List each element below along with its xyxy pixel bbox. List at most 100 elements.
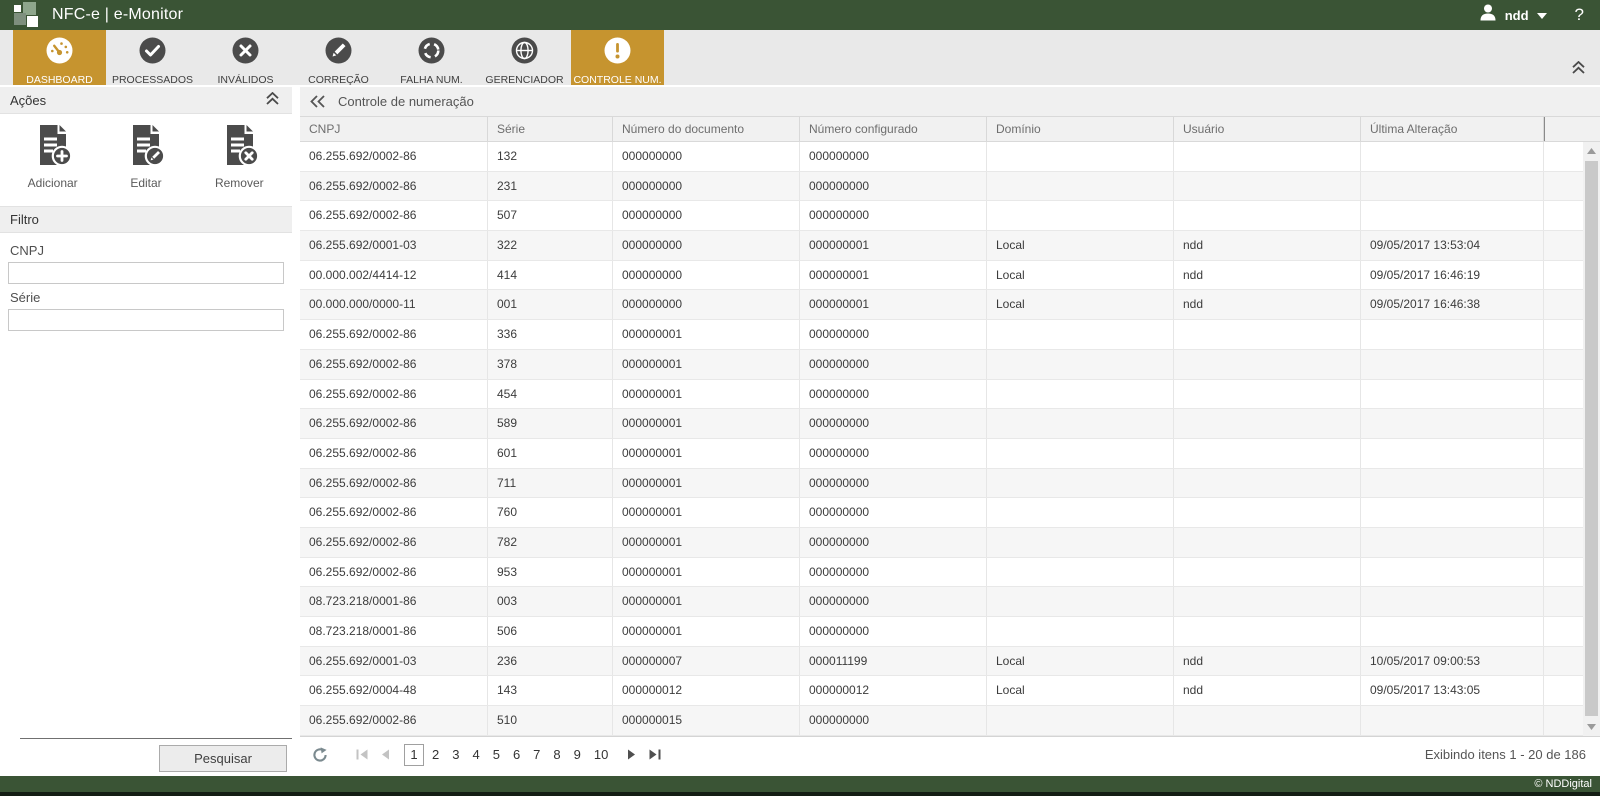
column-header-usuario[interactable]: Usuário xyxy=(1174,117,1361,141)
cell-serie: 953 xyxy=(488,558,613,587)
cell-ultima-alteracao xyxy=(1361,617,1544,646)
pager-prev-button[interactable] xyxy=(381,749,390,760)
table-row[interactable]: 06.255.692/0002-86782000000001000000000 xyxy=(300,528,1600,558)
cell-numero-do-documento: 000000001 xyxy=(613,498,800,527)
action-remover-button[interactable]: Remover xyxy=(193,124,286,190)
main-panel: Controle de numeração CNPJSérieNúmero do… xyxy=(300,87,1600,772)
cell-serie: 454 xyxy=(488,380,613,409)
refresh-button[interactable] xyxy=(312,747,328,763)
column-header-numero-configurado[interactable]: Número configurado xyxy=(800,117,987,141)
pager-next-button[interactable] xyxy=(627,749,636,760)
collapse-sidebar-button[interactable] xyxy=(310,95,326,108)
cell-ultima-alteracao: 09/05/2017 13:53:04 xyxy=(1361,231,1544,260)
copyright-text: © NDDigital xyxy=(1534,778,1592,790)
page-button-9[interactable]: 9 xyxy=(569,747,586,762)
action-adicionar-button[interactable]: Adicionar xyxy=(6,124,99,190)
table-row[interactable]: 06.255.692/0002-86510000000015000000000 xyxy=(300,706,1600,736)
table-row[interactable]: 06.255.692/0002-86454000000001000000000 xyxy=(300,380,1600,410)
sidebar-footer: Pesquisar xyxy=(20,738,292,772)
cell-usuario xyxy=(1174,498,1361,527)
page-button-6[interactable]: 6 xyxy=(508,747,525,762)
search-button[interactable]: Pesquisar xyxy=(159,745,287,772)
cell-serie: 601 xyxy=(488,439,613,468)
cell-numero-do-documento: 000000000 xyxy=(613,231,800,260)
tab-falha-num[interactable]: FALHA NUM. xyxy=(385,30,478,85)
pencil-circle-icon xyxy=(325,37,352,69)
cell-dominio xyxy=(987,172,1174,201)
action-editar-button[interactable]: Editar xyxy=(99,124,192,190)
scroll-up-arrow-icon[interactable] xyxy=(1583,142,1600,160)
page-button-5[interactable]: 5 xyxy=(488,747,505,762)
column-header-cnpj[interactable]: CNPJ xyxy=(300,117,488,141)
column-header-serie[interactable]: Série xyxy=(488,117,613,141)
exclamation-circle-icon xyxy=(604,37,631,69)
tab-invalidos[interactable]: INVÁLIDOS xyxy=(199,30,292,85)
table-row[interactable]: 06.255.692/0002-86711000000001000000000 xyxy=(300,469,1600,499)
cell-ultima-alteracao xyxy=(1361,350,1544,379)
cell-cnpj: 00.000.000/0000-11 xyxy=(300,290,488,319)
cell-cnpj: 08.723.218/0001-86 xyxy=(300,587,488,616)
column-header-numero-do-documento[interactable]: Número do documento xyxy=(613,117,800,141)
table-row[interactable]: 06.255.692/0002-86760000000001000000000 xyxy=(300,498,1600,528)
table-row[interactable]: 06.255.692/0002-86378000000001000000000 xyxy=(300,350,1600,380)
table-row[interactable]: 06.255.692/0002-86507000000000000000000 xyxy=(300,201,1600,231)
cell-ultima-alteracao xyxy=(1361,469,1544,498)
table-row[interactable]: 06.255.692/0002-86336000000001000000000 xyxy=(300,320,1600,350)
page-button-4[interactable]: 4 xyxy=(467,747,484,762)
cell-serie: 236 xyxy=(488,647,613,676)
table-row[interactable]: 06.255.692/0001-03322000000000000000001L… xyxy=(300,231,1600,261)
column-header-dominio[interactable]: Domínio xyxy=(987,117,1174,141)
page-button-10[interactable]: 10 xyxy=(589,747,613,762)
table-row[interactable]: 06.255.692/0002-86953000000001000000000 xyxy=(300,558,1600,588)
cell-dominio xyxy=(987,439,1174,468)
app-logo-icon xyxy=(14,2,40,28)
pager-first-button[interactable] xyxy=(356,749,369,760)
cell-ultima-alteracao xyxy=(1361,587,1544,616)
cell-usuario xyxy=(1174,617,1361,646)
table-row[interactable]: 06.255.692/0004-48143000000012000000012L… xyxy=(300,676,1600,706)
cell-numero-do-documento: 000000001 xyxy=(613,320,800,349)
tab-controle-num[interactable]: CONTROLE NUM. xyxy=(571,30,664,85)
table-row[interactable]: 00.000.002/4414-12414000000000000000001L… xyxy=(300,261,1600,291)
cell-ultima-alteracao xyxy=(1361,142,1544,171)
page-button-8[interactable]: 8 xyxy=(548,747,565,762)
page-button-2[interactable]: 2 xyxy=(427,747,444,762)
column-header-ultima-alteracao[interactable]: Última Alteração xyxy=(1361,117,1544,141)
scrollbar-thumb[interactable] xyxy=(1585,161,1598,716)
tab-gerenciador[interactable]: GERENCIADOR xyxy=(478,30,571,85)
collapse-toolbar-chevron[interactable] xyxy=(1571,61,1586,79)
filter-section-header: Filtro xyxy=(0,206,292,233)
page-button-3[interactable]: 3 xyxy=(447,747,464,762)
page-button-7[interactable]: 7 xyxy=(528,747,545,762)
help-button[interactable]: ? xyxy=(1575,5,1584,25)
tab-dashboard[interactable]: DASHBOARD xyxy=(13,30,106,85)
collapse-actions-chevron[interactable] xyxy=(265,92,280,108)
table-row[interactable]: 00.000.000/0000-11001000000000000000001L… xyxy=(300,290,1600,320)
pager-last-button[interactable] xyxy=(648,749,661,760)
page-button-1[interactable]: 1 xyxy=(404,744,424,766)
cell-usuario xyxy=(1174,528,1361,557)
table-row[interactable]: 06.255.692/0001-03236000000007000011199L… xyxy=(300,647,1600,677)
table-row[interactable]: 06.255.692/0002-86231000000000000000000 xyxy=(300,172,1600,202)
cell-numero-configurado: 000000000 xyxy=(800,469,987,498)
file-edit-icon xyxy=(125,124,166,171)
tab-correcao[interactable]: CORREÇÃO xyxy=(292,30,385,85)
table-row[interactable]: 08.723.218/0001-86003000000001000000000 xyxy=(300,587,1600,617)
cell-ultima-alteracao: 09/05/2017 16:46:38 xyxy=(1361,290,1544,319)
serie-input[interactable] xyxy=(8,309,284,331)
table-row[interactable]: 06.255.692/0002-86589000000001000000000 xyxy=(300,409,1600,439)
cell-numero-configurado: 000000000 xyxy=(800,706,987,735)
scroll-down-arrow-icon[interactable] xyxy=(1583,718,1600,736)
cell-dominio xyxy=(987,558,1174,587)
cell-dominio xyxy=(987,498,1174,527)
tab-label: CORREÇÃO xyxy=(308,74,369,86)
table-row[interactable]: 06.255.692/0002-86132000000000000000000 xyxy=(300,142,1600,172)
cell-cnpj: 06.255.692/0002-86 xyxy=(300,142,488,171)
cell-dominio: Local xyxy=(987,231,1174,260)
tab-processados[interactable]: PROCESSADOS xyxy=(106,30,199,85)
table-row[interactable]: 08.723.218/0001-86506000000001000000000 xyxy=(300,617,1600,647)
cnpj-input[interactable] xyxy=(8,262,284,284)
user-menu[interactable]: ndd xyxy=(1479,4,1547,26)
table-row[interactable]: 06.255.692/0002-86601000000001000000000 xyxy=(300,439,1600,469)
x-circle-icon xyxy=(232,37,259,69)
